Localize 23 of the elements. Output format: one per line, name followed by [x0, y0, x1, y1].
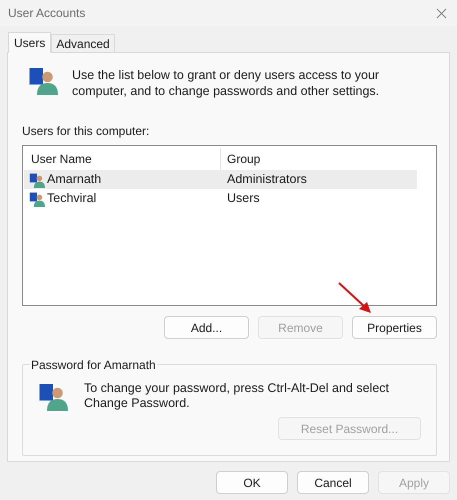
- user-list[interactable]: User Name Group Amarnath Administrators Techviral Users: [22, 145, 437, 306]
- user-computer-icon: [38, 381, 68, 411]
- user-name: Amarnath: [47, 171, 102, 188]
- instructions-text: Use the list below to grant or deny users access to your computer, and to change passwords and other settings.: [72, 67, 380, 99]
- list-label: Users for this computer:: [22, 123, 150, 140]
- button[interactable]: Properties: [352, 316, 437, 339]
- tab[interactable]: Advanced: [51, 34, 115, 52]
- user-group: Administrators: [227, 172, 307, 186]
- button[interactable]: Add...: [164, 316, 249, 339]
- user-name: Techviral: [47, 190, 96, 208]
- user-computer-icon: [28, 65, 58, 95]
- button[interactable]: OK: [216, 471, 288, 494]
- close-icon[interactable]: [436, 8, 447, 18]
- password-hint: To change your password, press Ctrl-Alt-Del and select Change Password.: [84, 381, 390, 411]
- tab[interactable]: Users: [8, 32, 52, 53]
- annotation-arrow: [338, 282, 372, 314]
- user-computer-icon: [29, 190, 45, 206]
- user-group: Users: [227, 191, 260, 206]
- column-header[interactable]: Group: [221, 148, 417, 170]
- user-row[interactable]: Amarnath Administrators: [24, 170, 417, 189]
- button[interactable]: Cancel: [297, 471, 369, 494]
- user-computer-icon: [29, 172, 45, 188]
- window-title: User Accounts: [8, 5, 86, 22]
